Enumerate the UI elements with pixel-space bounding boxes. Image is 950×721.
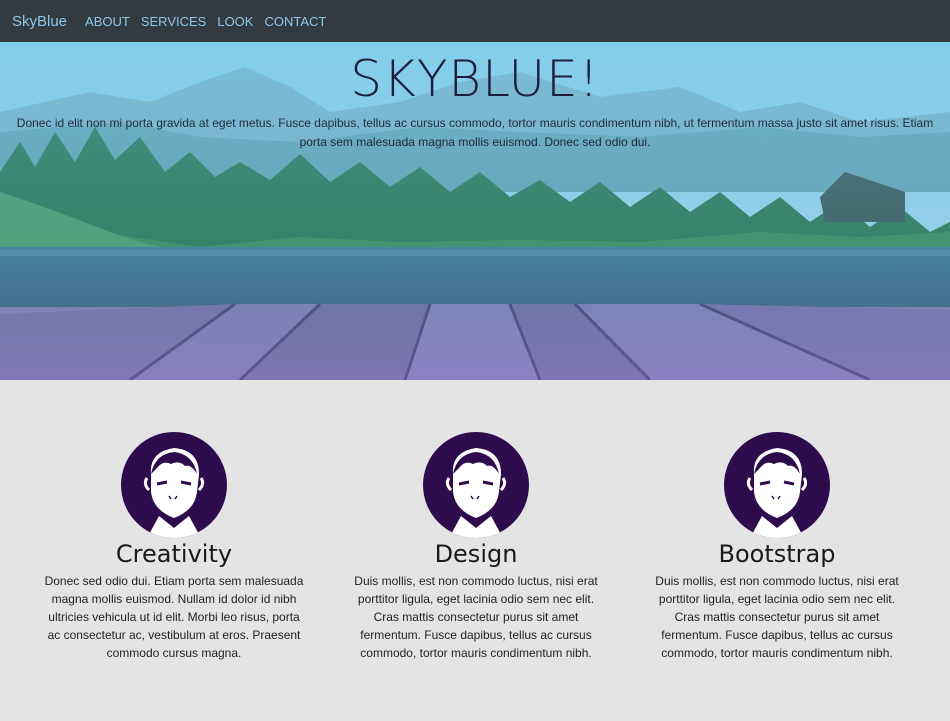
nav-link-about[interactable]: ABOUT: [85, 14, 130, 29]
hero-description: Donec id elit non mi porta gravida at eg…: [16, 116, 934, 149]
features-section: Creativity Donec sed odio dui. Etiam por…: [0, 380, 950, 721]
feature-title: Design: [434, 540, 518, 568]
brand-link[interactable]: SkyBlue: [12, 13, 67, 30]
hero-title: SKYBLUE!: [350, 50, 600, 108]
feature-title: Bootstrap: [718, 540, 836, 568]
nav-link-contact[interactable]: CONTACT: [264, 14, 326, 29]
nav-link-services[interactable]: SERVICES: [141, 14, 207, 29]
face-avatar-icon: [121, 432, 227, 538]
face-avatar-icon: [423, 432, 529, 538]
feature-title: Creativity: [115, 540, 233, 568]
nav-link-look[interactable]: LOOK: [217, 14, 253, 29]
navbar: SkyBlue ABOUT SERVICES LOOK CONTACT: [0, 0, 950, 42]
nav-links: ABOUT SERVICES LOOK CONTACT: [85, 14, 337, 29]
feature-text: Duis mollis, est non commodo luctus, nis…: [354, 574, 598, 660]
feature-text: Duis mollis, est non commodo luctus, nis…: [655, 574, 899, 660]
feature-creativity: Creativity Donec sed odio dui. Etiam por…: [34, 432, 314, 662]
feature-bootstrap: Bootstrap Duis mollis, est non commodo l…: [637, 432, 917, 662]
face-avatar-icon: [724, 432, 830, 538]
feature-text: Donec sed odio dui. Etiam porta sem male…: [44, 574, 304, 660]
hero-banner: SKYBLUE! Donec id elit non mi porta grav…: [0, 42, 950, 380]
feature-design: Design Duis mollis, est non commodo luct…: [336, 432, 616, 662]
